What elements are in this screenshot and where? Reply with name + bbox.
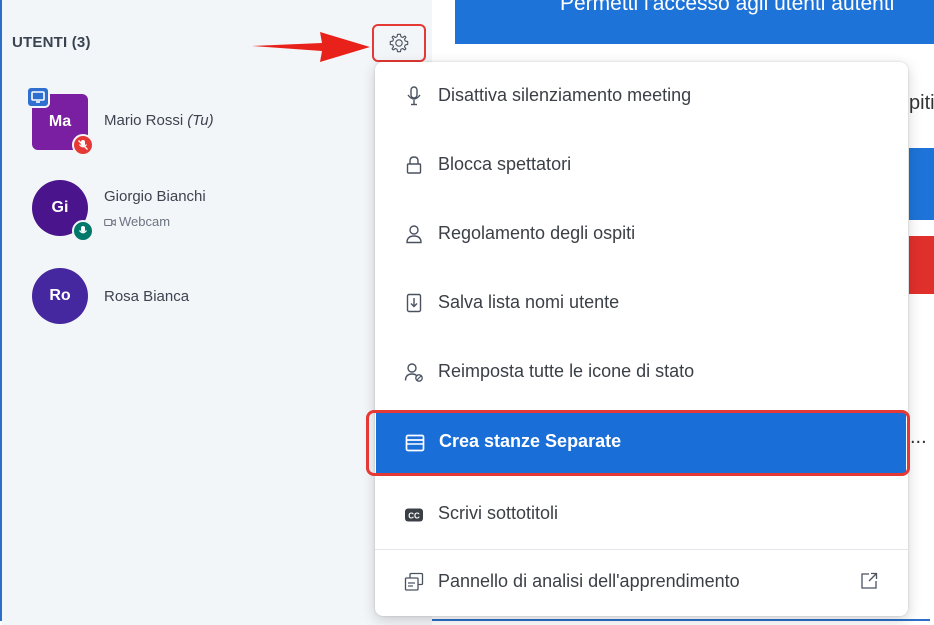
menu-item-reset-status[interactable]: Reimposta tutte le icone di stato — [375, 338, 908, 407]
background-text: piti — [909, 92, 934, 114]
user-name: Mario Rossi (Tu) — [104, 112, 214, 129]
user-reset-icon — [404, 362, 424, 382]
menu-item-label: Scrivi sottotitoli — [438, 503, 559, 523]
menu-item-label: Reimposta tutte le icone di stato — [438, 361, 695, 381]
svg-text:CC: CC — [408, 512, 420, 521]
background-blue-button[interactable] — [909, 148, 934, 220]
menu-item-unmute-meeting[interactable]: Disattiva silenziamento meeting — [375, 62, 908, 131]
user-name-text: Mario Rossi — [104, 112, 184, 129]
users-header: UTENTI (3) — [12, 34, 91, 51]
lock-icon — [404, 155, 424, 175]
analytics-icon — [404, 572, 424, 592]
menu-item-label: Pannello di analisi dell'apprendimento — [438, 571, 740, 591]
menu-item-label: Disattiva silenziamento meeting — [438, 85, 692, 105]
menu-item-guest-policy[interactable]: Regolamento degli ospiti — [375, 200, 908, 269]
external-link-icon — [860, 572, 878, 595]
background-banner[interactable]: Permetti l'accesso agli utenti autenti — [455, 0, 934, 44]
user-name: Giorgio Bianchi — [104, 188, 206, 205]
avatar: Ro — [32, 268, 88, 324]
muted-mic-icon — [72, 134, 94, 156]
avatar-initials: Gi — [51, 199, 69, 216]
menu-item-create-breakout-rooms[interactable]: Crea stanze Separate — [376, 412, 906, 474]
you-tag: (Tu) — [187, 112, 214, 129]
menu-item-label: Regolamento degli ospiti — [438, 223, 636, 243]
rooms-icon — [405, 433, 425, 453]
avatar-initials: Ro — [49, 287, 71, 304]
avatar-initials: Ma — [48, 113, 72, 130]
microphone-icon — [404, 86, 424, 106]
webcam-status: Webcam — [104, 214, 170, 230]
webcam-icon — [104, 215, 116, 230]
webcam-label: Webcam — [119, 214, 171, 229]
user-row[interactable]: Gi Giorgio Bianchi Webcam — [32, 180, 352, 242]
menu-item-label: Blocca spettatori — [438, 154, 572, 174]
annotation-arrow-icon — [252, 32, 370, 62]
user-row[interactable]: Ma Mario Rossi (Tu) — [26, 86, 352, 156]
download-file-icon — [404, 293, 424, 313]
menu-item-lock-viewers[interactable]: Blocca spettatori — [375, 131, 908, 200]
menu-item-label: Salva lista nomi utente — [438, 292, 620, 312]
background-banner-text: Permetti l'accesso agli utenti autenti — [560, 0, 895, 15]
menu-item-learning-analytics[interactable]: Pannello di analisi dell'apprendimento — [375, 548, 908, 617]
user-icon — [404, 224, 424, 244]
closed-captions-icon: CC — [404, 505, 424, 525]
user-name: Rosa Bianca — [104, 288, 190, 305]
menu-item-write-captions[interactable]: CC Scrivi sottotitoli — [375, 480, 908, 549]
more-options-icon[interactable]: ... — [910, 426, 927, 449]
gear-icon — [389, 33, 409, 53]
settings-menu: Disattiva silenziamento meeting Blocca s… — [375, 62, 908, 616]
users-panel: UTENTI (3) Ma Mario Rossi (Tu) Gi Giorgio… — [2, 0, 432, 625]
settings-button[interactable] — [372, 24, 426, 62]
background-red-button[interactable] — [909, 236, 934, 294]
presenter-icon — [26, 86, 50, 108]
microphone-icon — [72, 220, 94, 242]
menu-item-label: Crea stanze Separate — [439, 431, 622, 451]
user-row[interactable]: Ro Rosa Bianca — [32, 268, 352, 328]
menu-item-save-user-names[interactable]: Salva lista nomi utente — [375, 269, 908, 338]
